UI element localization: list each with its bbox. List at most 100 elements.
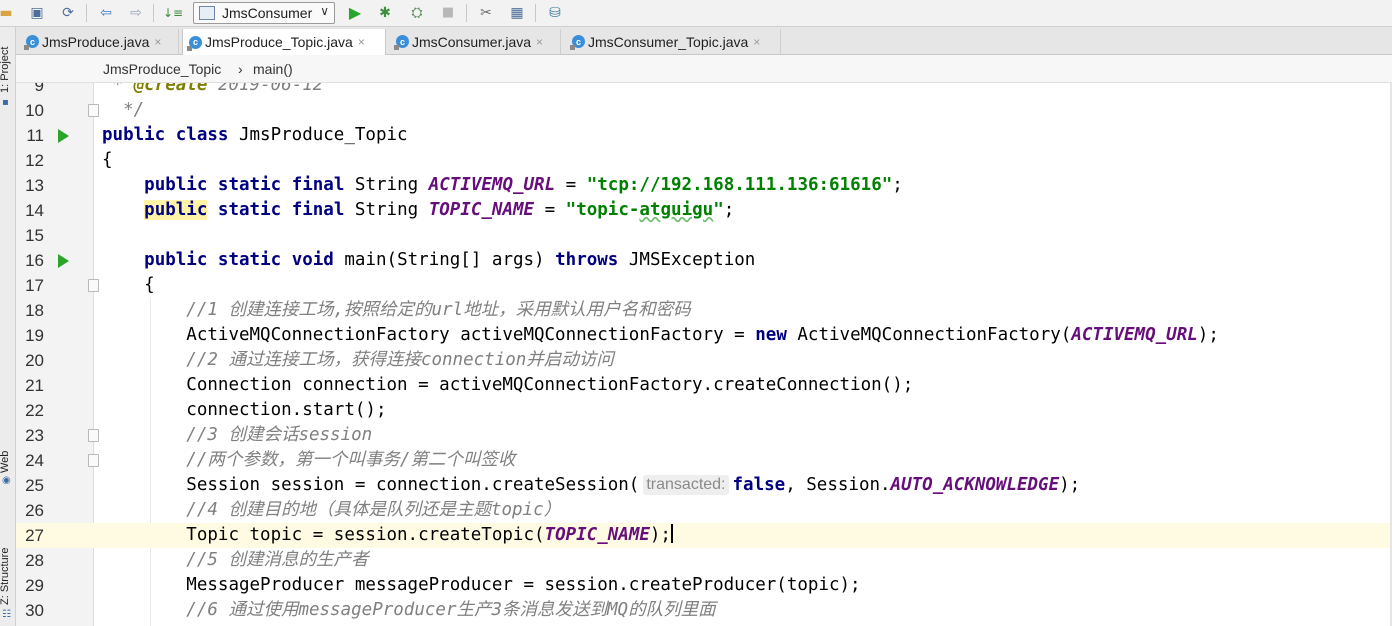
fold-icon[interactable]: [88, 279, 99, 292]
build-icon[interactable]: ↓≡: [163, 3, 183, 23]
tab-jmsconsumer[interactable]: c JmsConsumer.java ×: [390, 29, 561, 54]
folder-icon[interactable]: ▬: [0, 3, 16, 23]
code-text: connection.start();: [186, 400, 387, 420]
fold-icon[interactable]: [88, 454, 99, 467]
java-class-icon: c: [187, 35, 202, 51]
line-number: 10: [25, 101, 44, 120]
line-number: 19: [25, 326, 44, 345]
toolbar-divider: [86, 4, 87, 22]
java-class-icon: c: [24, 35, 39, 50]
code-line: 19 ActiveMQConnectionFactory activeMQCon…: [16, 323, 1392, 348]
run-gutter-icon[interactable]: [58, 254, 69, 268]
code-line: 11 public class JmsProduce_Topic: [16, 123, 1392, 148]
toolbar-divider: [535, 4, 536, 22]
run-configuration-select[interactable]: JmsConsumer ∨: [193, 2, 335, 24]
close-icon[interactable]: ×: [358, 35, 365, 49]
line-number: 22: [25, 401, 44, 420]
code-line: 29 MessageProducer messageProducer = ses…: [16, 573, 1392, 598]
web-icon: ◉: [2, 475, 11, 486]
code-line: 21 Connection connection = activeMQConne…: [16, 373, 1392, 398]
tab-label: JmsProduce.java: [42, 33, 150, 50]
back-icon[interactable]: ⇦: [96, 3, 116, 23]
code-text: //5 创建消息的生产者: [186, 550, 369, 570]
code-line: 16 public static void main(String[] args…: [16, 248, 1392, 273]
code-text: MessageProducer messageProducer = sessio…: [186, 575, 861, 595]
debug-icon[interactable]: ✱: [375, 3, 395, 23]
close-icon[interactable]: ×: [753, 35, 760, 49]
breadcrumb-method[interactable]: main(): [253, 61, 293, 77]
code-text: public static void main(String[] args) t…: [144, 250, 756, 270]
web-tool-button[interactable]: Web: [0, 451, 11, 473]
code-text: * @create 2019-06-12: [112, 83, 324, 95]
structure-icon: ☷: [2, 609, 11, 620]
line-number: 26: [25, 501, 44, 520]
tab-label: JmsConsumer.java: [412, 33, 532, 50]
code-text: //两个参数，第一个叫事务/第二个叫签收: [186, 450, 516, 470]
run-gutter-icon[interactable]: [58, 129, 69, 143]
line-number: 15: [25, 226, 44, 245]
coverage-icon[interactable]: ⛭: [407, 3, 427, 23]
code-editor[interactable]: 9 * @create 2019-06-12 10 */ 11 public c…: [16, 83, 1392, 626]
line-number: 12: [25, 151, 44, 170]
line-number: 14: [25, 201, 44, 220]
project-structure-icon[interactable]: ✂: [476, 3, 496, 23]
line-number: 23: [25, 426, 44, 445]
java-class-icon: c: [394, 35, 409, 50]
code-line: 30 //6 通过使用messageProducer生产3条消息发送到MQ的队列…: [16, 598, 1392, 623]
database-icon[interactable]: ⛁: [545, 3, 565, 23]
code-line: 26 //4 创建目的地（具体是队列还是主题topic）: [16, 498, 1392, 523]
run-icon[interactable]: ▶: [345, 3, 365, 23]
tab-jmsproduce[interactable]: c JmsProduce.java ×: [20, 29, 179, 54]
code-line: 23 //3 创建会话session: [16, 423, 1392, 448]
line-number: 16: [25, 251, 44, 270]
code-line: 10 */: [16, 98, 1392, 123]
code-line: 24 //两个参数，第一个叫事务/第二个叫签收: [16, 448, 1392, 473]
code-line: 18 //1 创建连接工场,按照给定的url地址，采用默认用户名和密码: [16, 298, 1392, 323]
line-number: 30: [25, 601, 44, 620]
main-toolbar: ▬ ▣ ⟳ ⇦ ⇨ ↓≡ JmsConsumer ∨ ▶ ✱ ⛭ ■ ✂ ▦ ⛁: [0, 0, 1392, 27]
java-class-icon: c: [570, 35, 585, 50]
code-text: //2 通过连接工场，获得连接connection并启动访问: [186, 350, 614, 370]
save-icon[interactable]: ▣: [27, 3, 47, 23]
code-text: //1 创建连接工场,按照给定的url地址，采用默认用户名和密码: [186, 300, 691, 320]
code-line: 9 * @create 2019-06-12: [16, 83, 1392, 98]
breadcrumb-class[interactable]: JmsProduce_Topic: [103, 61, 221, 77]
sdk-icon[interactable]: ▦: [507, 3, 527, 23]
line-number: 17: [25, 276, 44, 295]
code-text: {: [144, 275, 155, 295]
tab-jmsconsumer-topic[interactable]: c JmsConsumer_Topic.java ×: [566, 29, 781, 54]
code-text: public static final String TOPIC_NAME = …: [144, 200, 735, 220]
sync-icon[interactable]: ⟳: [58, 3, 78, 23]
breadcrumb: JmsProduce_Topic › main(): [16, 55, 1392, 83]
tab-jmsproduce-topic[interactable]: c JmsProduce_Topic.java ×: [182, 29, 386, 55]
line-number: 29: [25, 576, 44, 595]
code-line: 14 public static final String TOPIC_NAME…: [16, 198, 1392, 223]
tab-label: JmsConsumer_Topic.java: [588, 33, 749, 50]
fold-icon[interactable]: [88, 429, 99, 442]
line-number: 21: [25, 376, 44, 395]
code-text: //4 创建目的地（具体是队列还是主题topic）: [186, 500, 562, 520]
code-line-current: 27 Topic topic = session.createTopic(TOP…: [16, 523, 1392, 548]
code-text: Topic topic = session.createTopic(TOPIC_…: [186, 524, 673, 545]
fold-icon[interactable]: [88, 104, 99, 117]
code-text: public static final String ACTIVEMQ_URL …: [144, 175, 903, 195]
code-line: 12 {: [16, 148, 1392, 173]
close-icon[interactable]: ×: [536, 35, 543, 49]
code-text: {: [102, 150, 113, 170]
code-line: 20 //2 通过连接工场，获得连接connection并启动访问: [16, 348, 1392, 373]
line-number: 9: [34, 83, 44, 95]
chevron-down-icon: ∨: [320, 4, 329, 18]
line-number: 27: [25, 526, 44, 545]
project-tool-button[interactable]: 1: Project: [0, 47, 11, 93]
line-number: 24: [25, 451, 44, 470]
forward-icon[interactable]: ⇨: [126, 3, 146, 23]
structure-tool-button[interactable]: Z: Structure: [0, 548, 11, 605]
project-icon: ▪: [2, 97, 9, 108]
run-config-label: JmsConsumer: [222, 5, 313, 21]
breadcrumb-separator: ›: [238, 61, 243, 77]
stop-icon[interactable]: ■: [438, 3, 458, 23]
code-text: //3 创建会话session: [186, 425, 373, 445]
code-text: //6 通过使用messageProducer生产3条消息发送到MQ的队列里面: [186, 600, 716, 620]
close-icon[interactable]: ×: [154, 35, 161, 49]
text-caret: [670, 524, 673, 543]
